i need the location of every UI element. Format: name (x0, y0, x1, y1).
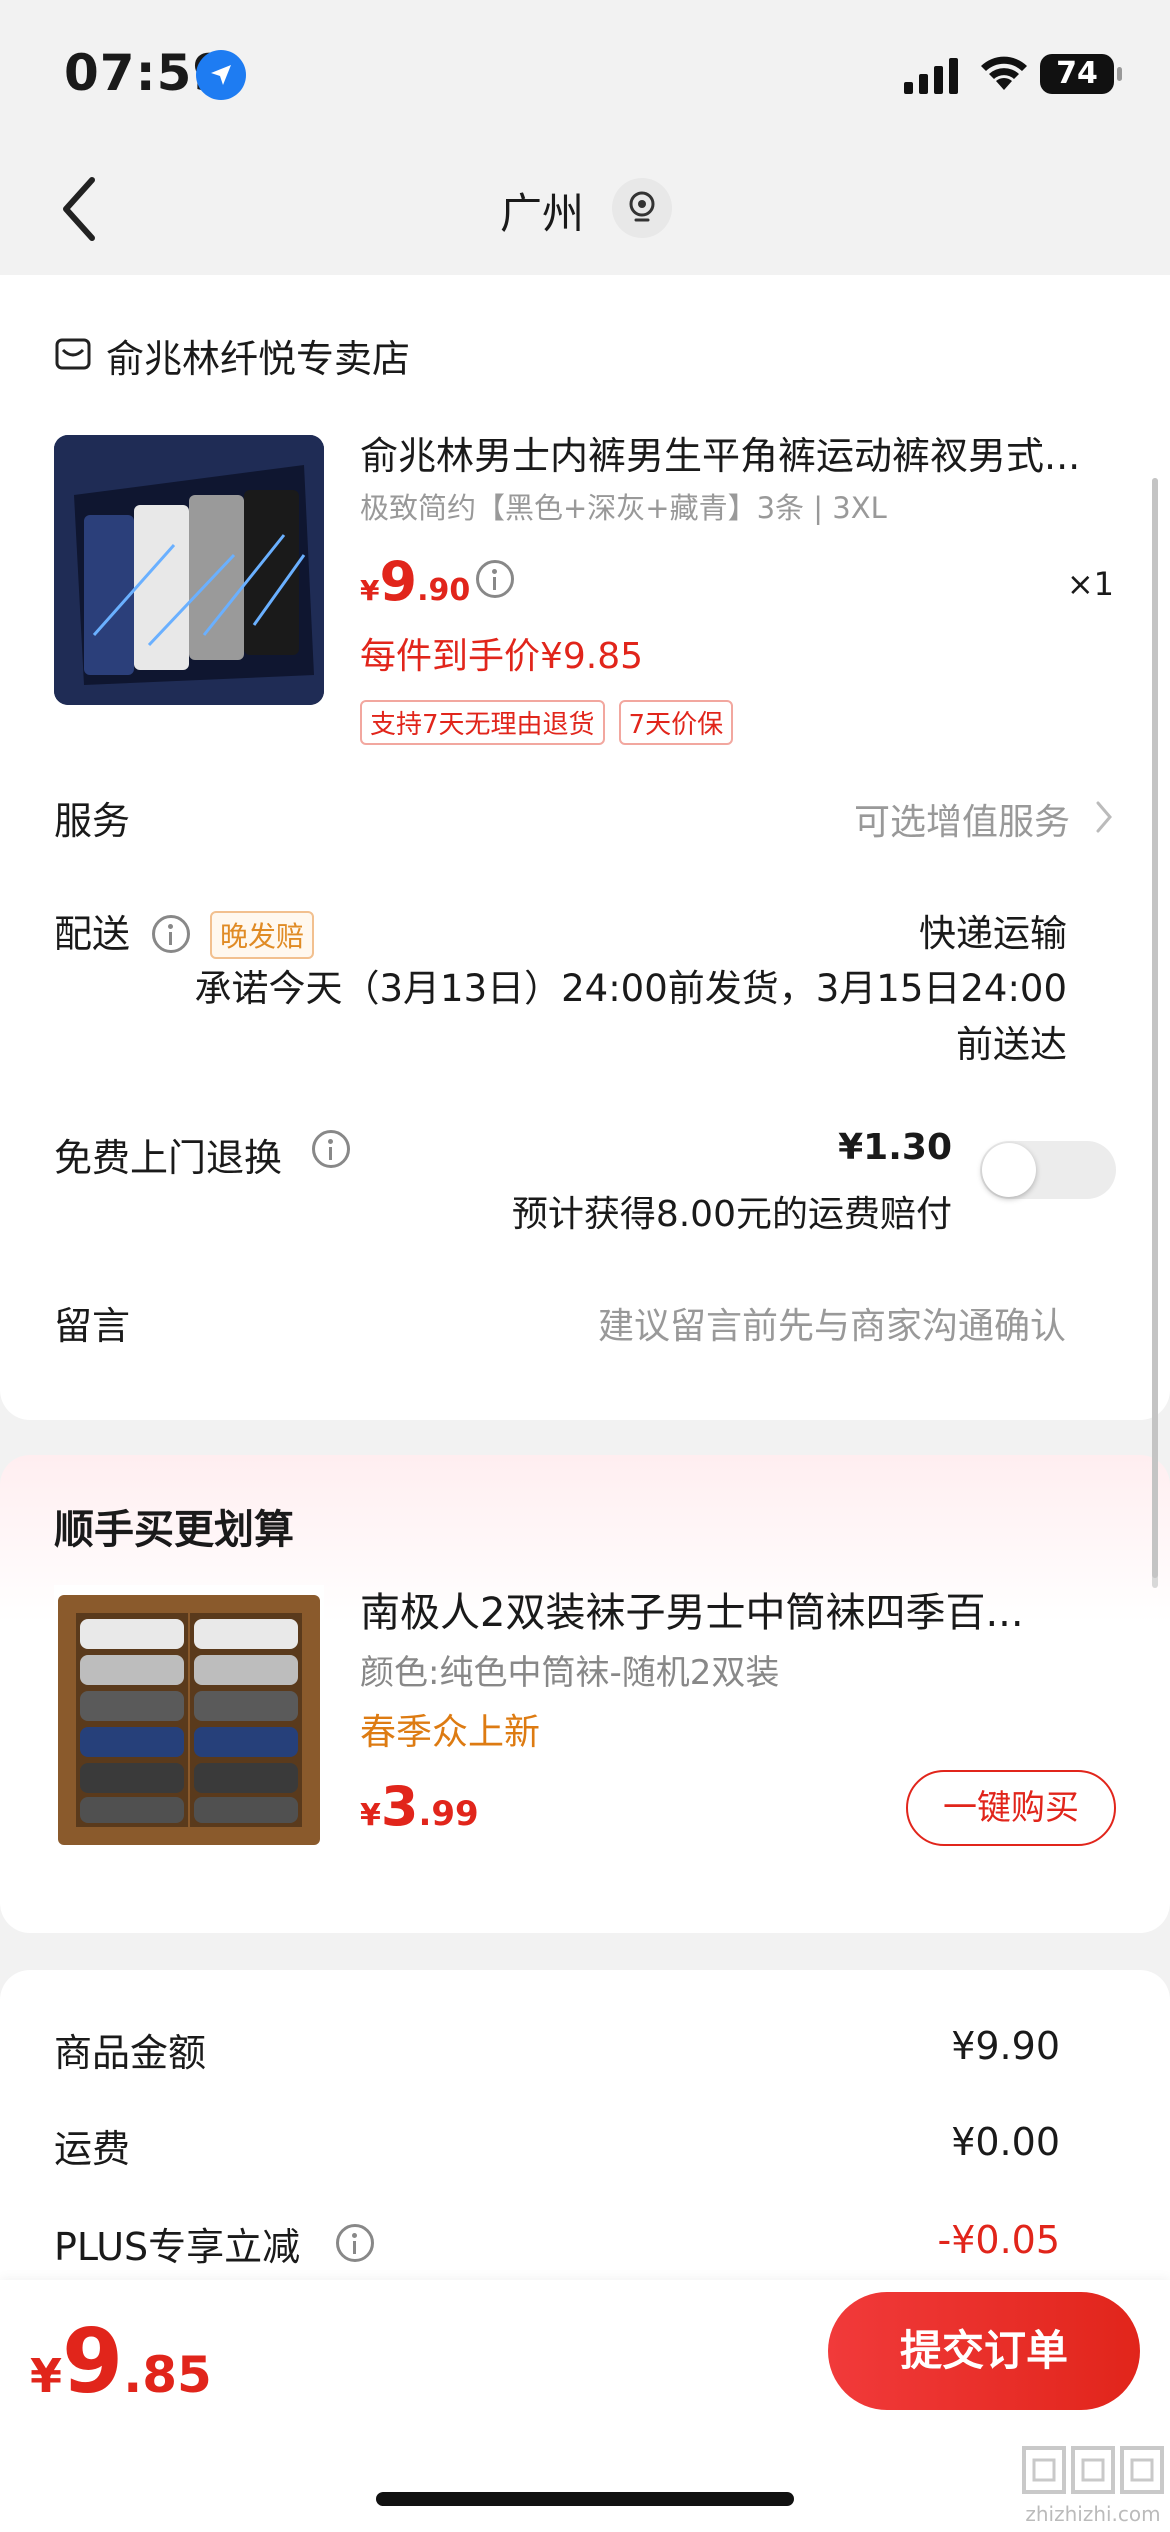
service-label: 服务 (54, 799, 131, 843)
location-pin-icon[interactable] (612, 178, 672, 238)
wifi-icon (981, 56, 1027, 90)
cellular-signal-icon (904, 58, 958, 94)
one-click-buy-button[interactable]: 一键购买 (906, 1770, 1116, 1846)
plus-info-icon[interactable] (336, 2224, 374, 2262)
page-title: 广州 (500, 189, 585, 238)
store-row[interactable]: 俞兆林纤悦专卖店 (54, 330, 411, 381)
total-decimal: .85 (123, 2346, 212, 2404)
watermark-logo: zhizhizhi.com (1018, 2440, 1168, 2530)
delivery-info-icon[interactable] (152, 915, 190, 953)
sock-price: ¥ 3 .99 (360, 1775, 479, 1838)
free-return-info-icon[interactable] (312, 1130, 350, 1168)
free-return-toggle[interactable] (980, 1141, 1116, 1199)
back-icon[interactable] (56, 174, 106, 244)
product-spec[interactable]: 极致简约【黑色+深灰+藏青】3条 | 3XL (360, 485, 887, 527)
price-currency: ¥ (360, 1798, 381, 1833)
free-return-label: 免费上门退换 (54, 1136, 283, 1180)
sock-product-tag: 春季众上新 (360, 1712, 541, 1753)
store-icon (55, 338, 91, 370)
delivery-label: 配送 (54, 912, 131, 956)
free-return-description: 预计获得8.00元的运费赔付 (511, 1194, 952, 1235)
order-card: 俞兆林纤悦专卖店 俞兆林男士内裤男生平角裤运动裤衩男式... 极致简约【黑色+深… (0, 275, 1170, 1420)
store-name: 俞兆林纤悦专卖店 (106, 336, 411, 381)
submit-order-button[interactable]: 提交订单 (828, 2292, 1140, 2410)
recommend-card: 顺手买更划算 南极人2双装袜子男士中筒袜四季百... 颜色:纯色中筒袜-随机2双… (0, 1455, 1170, 1933)
sock-product-spec: 颜色:纯色中筒袜-随机2双装 (360, 1653, 780, 1693)
sock-product-image[interactable] (54, 1585, 324, 1855)
shipping-description: 承诺今天（3月13日）24:00前发货，3月15日24:00前送达 (194, 967, 1068, 1066)
price-currency: ¥ (360, 574, 380, 607)
nav-bar: 广州 (0, 150, 1170, 275)
note-input[interactable]: 建议留言前先与商家沟通确认 (598, 1297, 1066, 1349)
status-bar: 07:59 74 (0, 0, 1170, 150)
price-info-icon[interactable] (476, 560, 514, 598)
free-return-fee: ¥1.30 (838, 1127, 952, 1168)
home-indicator[interactable] (376, 2492, 794, 2506)
late-compensation-badge: 晚发赔 (210, 911, 315, 959)
summary-goods-label: 商品金额 (54, 2031, 207, 2075)
product-price: ¥ 9 .90 (360, 550, 470, 613)
product-tags: 支持7天无理由退货 7天价保 (360, 700, 734, 745)
total-currency: ¥ (30, 2349, 63, 2403)
summary-plus-label: PLUS专享立减 (54, 2225, 301, 2269)
recommend-title: 顺手买更划算 (54, 1507, 294, 1553)
chevron-right-icon[interactable] (1094, 799, 1114, 835)
price-decimal: .99 (418, 1794, 479, 1834)
tag-return-policy: 支持7天无理由退货 (360, 700, 605, 745)
total-price: ¥ 9 .85 (30, 2310, 212, 2413)
summary-shipping-label: 运费 (54, 2127, 131, 2171)
watermark-text: zhizhizhi.com (1025, 2502, 1161, 2526)
battery-icon: 74 (1040, 54, 1122, 94)
price-integer: 9 (379, 550, 418, 613)
unit-price: 每件到手价¥9.85 (360, 636, 644, 677)
shipping-method[interactable]: 快递运输 (919, 903, 1067, 957)
price-decimal: .90 (417, 573, 471, 608)
sock-product-title[interactable]: 南极人2双装袜子男士中筒袜四季百... (360, 1580, 1090, 1638)
toggle-knob (982, 1143, 1036, 1197)
product-title[interactable]: 俞兆林男士内裤男生平角裤运动裤衩男式... (360, 425, 1120, 480)
service-value[interactable]: 可选增值服务 (854, 793, 1070, 845)
note-label: 留言 (54, 1304, 131, 1348)
summary-plus-value: -¥0.05 (937, 2218, 1061, 2262)
tag-price-protection: 7天价保 (618, 700, 734, 745)
price-integer: 3 (380, 1775, 419, 1838)
summary-goods-value: ¥9.90 (951, 2024, 1060, 2068)
product-image[interactable] (54, 435, 324, 705)
product-quantity: ×1 (1066, 565, 1114, 603)
total-integer: 9 (62, 2310, 124, 2413)
location-arrow-icon (196, 50, 246, 100)
scrollbar-thumb[interactable] (1152, 478, 1158, 1578)
summary-shipping-value: ¥0.00 (951, 2120, 1060, 2164)
